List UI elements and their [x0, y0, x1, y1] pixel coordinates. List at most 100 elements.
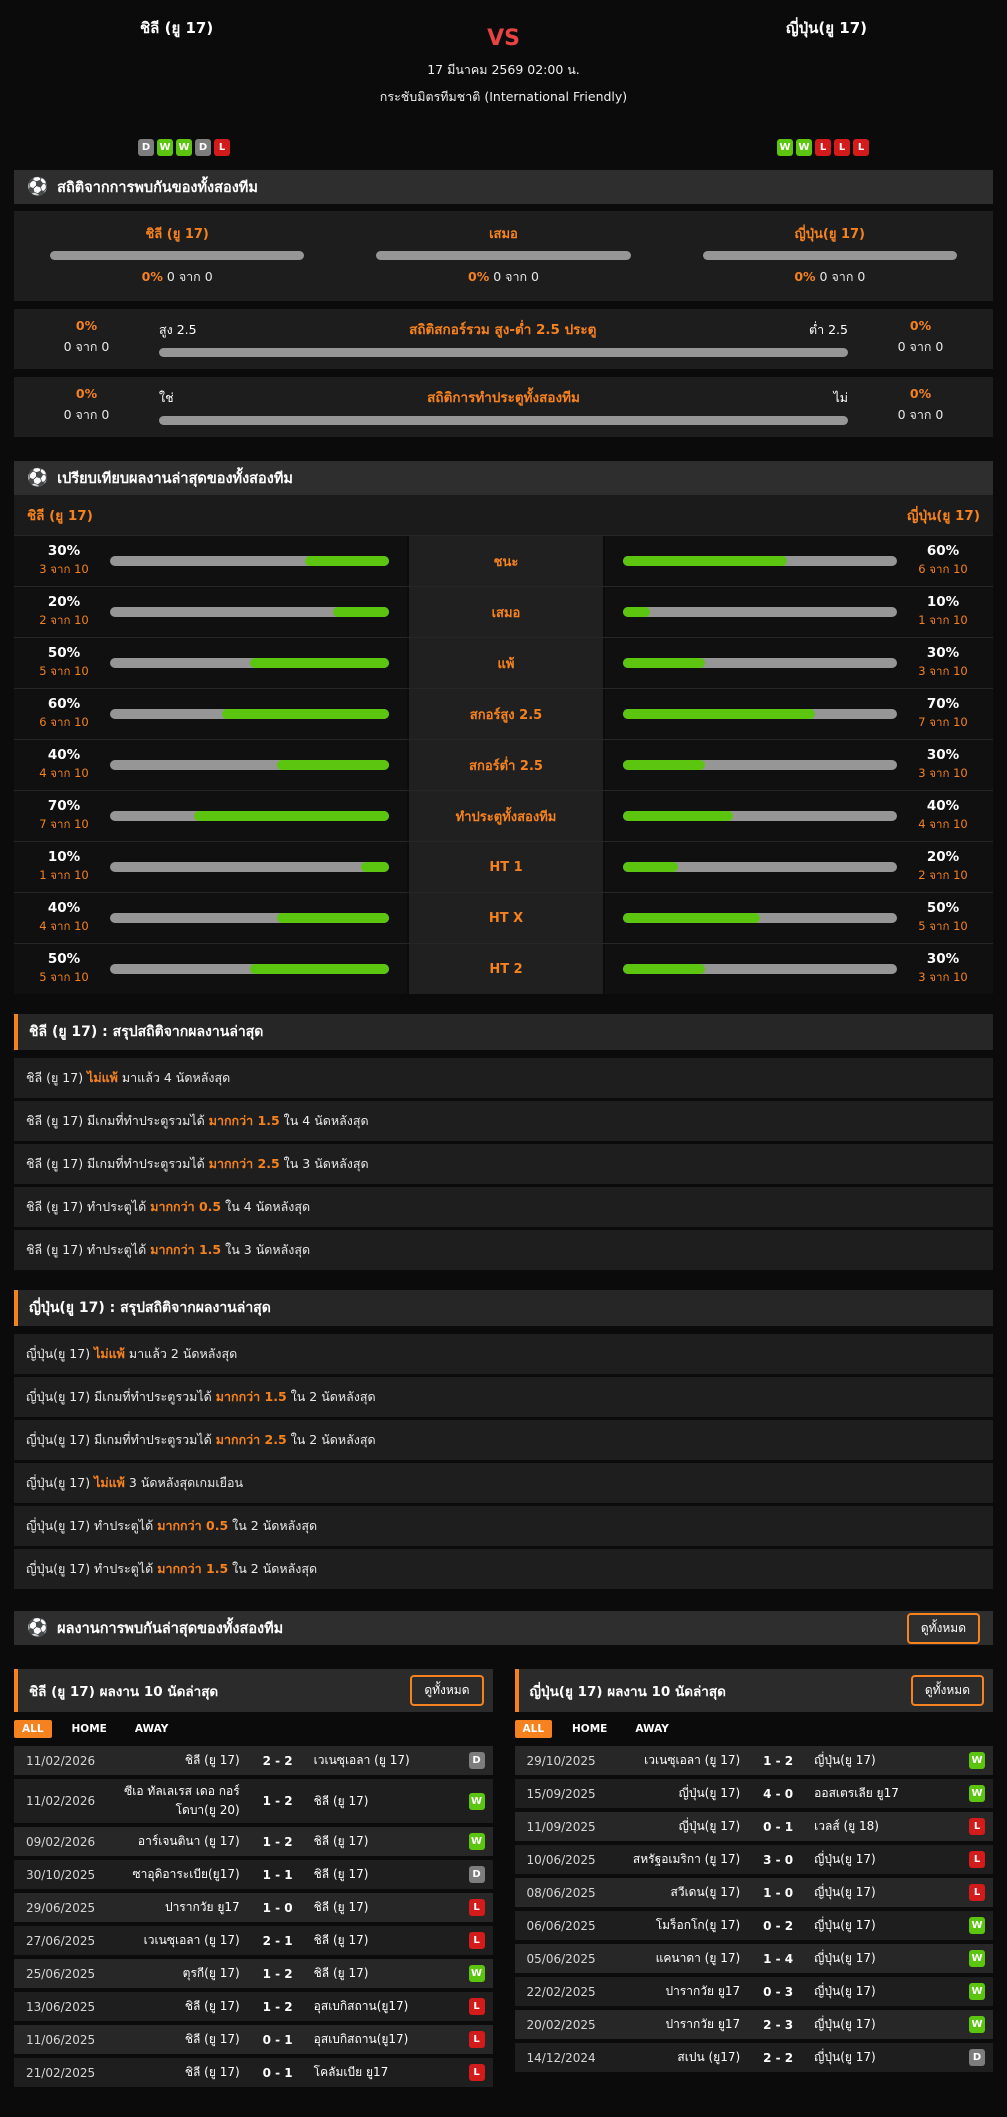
away-bar: [623, 607, 897, 617]
comparison-row: 70% 7 จาก 10 ทำประตูทั้งสองทีม 40% 4 จาก…: [14, 790, 993, 841]
match-row[interactable]: 22/02/2025 ปารากวัย ยู17 0 - 3 ญี่ปุ่น(ย…: [515, 1977, 994, 2006]
tab-away[interactable]: AWAY: [627, 1720, 677, 1738]
match-row[interactable]: 11/09/2025 ญี่ปุ่น(ยู 17) 0 - 1 เวลส์ (ย…: [515, 1812, 994, 1841]
match-home-team: เวเนซุเอลา (ยู 17): [118, 1931, 250, 1950]
home-percent: 40%: [32, 900, 96, 916]
match-row[interactable]: 09/02/2026 อาร์เจนตินา (ยู 17) 1 - 2 ชิล…: [14, 1827, 493, 1856]
home-match-list: 11/02/2026 ชิลี (ยู 17) 2 - 2 เวเนซุเอลา…: [14, 1746, 493, 2087]
match-away-team: ญี่ปุ่น(ยู 17): [806, 2048, 951, 2067]
match-row[interactable]: 21/02/2025 ชิลี (ยู 17) 0 - 1 โคลัมเบีย …: [14, 2058, 493, 2087]
ou-right-pct: 0%: [910, 318, 931, 333]
btts-right-stats: 0% 0 จาก 0: [848, 386, 993, 425]
match-row[interactable]: 14/12/2024 สเปน (ยู17) 2 - 2 ญี่ปุ่น(ยู …: [515, 2043, 994, 2072]
comparison-stat-label: ชนะ: [407, 536, 605, 586]
away-view-all-button[interactable]: ดูทั้งหมด: [911, 1675, 984, 1706]
match-score: 0 - 1: [250, 2033, 306, 2047]
away-percent: 20%: [911, 849, 975, 865]
away-form-badges: W W L L L: [777, 139, 869, 156]
form-badge: L: [834, 139, 850, 156]
match-score: 2 - 2: [750, 2051, 806, 2065]
away-team-name: ญี่ปุ่น(ยู 17): [786, 16, 867, 40]
match-score: 1 - 0: [250, 1901, 306, 1915]
ou-left-count: 0 จาก 0: [64, 337, 110, 357]
away-percent: 30%: [911, 951, 975, 967]
view-all-button[interactable]: ดูทั้งหมด: [907, 1613, 980, 1644]
match-row[interactable]: 30/10/2025 ซาอุดิอาระเบีย(ยู17) 1 - 1 ชิ…: [14, 1860, 493, 1889]
home-bar-fill: [222, 709, 389, 719]
match-score: 2 - 2: [250, 1754, 306, 1768]
match-away-team: ญี่ปุ่น(ยู 17): [806, 1949, 951, 1968]
away-panel-tabs: ALL HOME AWAY: [515, 1720, 992, 1738]
tab-all[interactable]: ALL: [515, 1720, 553, 1738]
match-score: 2 - 1: [250, 1934, 306, 1948]
away-summary-rows: ญี่ปุ่น(ยู 17)ไม่แพ้มาแล้ว 2 นัดหลังสุด …: [14, 1334, 993, 1589]
form-badge: L: [214, 139, 230, 156]
comparison-away-cell: 30% 3 จาก 10: [605, 944, 993, 994]
ou-title: สถิติสกอร์รวม สูง-ต่ำ 2.5 ประตู: [409, 318, 596, 340]
summary-row: ญี่ปุ่น(ยู 17)ไม่แพ้3 นัดหลังสุดเกมเยือน: [14, 1463, 993, 1503]
match-home-team: ซาอุดิอาระเบีย(ยู17): [118, 1865, 250, 1884]
soccer-ball-icon: ⚽: [27, 470, 48, 487]
h2h-draw-column: เสมอ 0% 0 จาก 0: [340, 223, 666, 287]
tab-home[interactable]: HOME: [564, 1720, 615, 1738]
away-percent: 50%: [911, 900, 975, 916]
summary-row: ญี่ปุ่น(ยู 17) ทำประตูได้มากกว่า 1.5ใน 2…: [14, 1549, 993, 1589]
comparison-away-cell: 40% 4 จาก 10: [605, 791, 993, 841]
match-row[interactable]: 11/06/2025 ชิลี (ยู 17) 0 - 1 อุสเบกิสถา…: [14, 2025, 493, 2054]
match-row[interactable]: 29/06/2025 ปารากวัย ยู17 1 - 0 ชิลี (ยู …: [14, 1893, 493, 1922]
result-badge: L: [469, 1998, 485, 2015]
result-badge: D: [969, 2049, 985, 2066]
match-row[interactable]: 11/02/2026 ซีเอ ทัลเลเรส เดอ กอร์โดบา(ยู…: [14, 1779, 493, 1823]
summary-highlight: มากกว่า 1.5: [209, 1113, 280, 1128]
tab-all[interactable]: ALL: [14, 1720, 52, 1738]
match-away-team: ญี่ปุ่น(ยู 17): [806, 1982, 951, 2001]
home-count: 4 จาก 10: [32, 918, 96, 936]
comparison-rows: 30% 3 จาก 10 ชนะ 60% 6 จาก 10: [14, 535, 993, 994]
match-home-team: อาร์เจนตินา (ยู 17): [118, 1832, 250, 1851]
match-row[interactable]: 08/06/2025 สวีเดน(ยู 17) 1 - 0 ญี่ปุ่น(ย…: [515, 1878, 994, 1907]
match-row[interactable]: 20/02/2025 ปารากวัย ยู17 2 - 3 ญี่ปุ่น(ย…: [515, 2010, 994, 2039]
result-badge: D: [469, 1866, 485, 1883]
match-row[interactable]: 29/10/2025 เวเนซุเอลา (ยู 17) 1 - 2 ญี่ป…: [515, 1746, 994, 1775]
home-bar-fill: [361, 862, 389, 872]
home-team-name: ชิลี (ยู 17): [140, 16, 213, 40]
match-row[interactable]: 11/02/2026 ชิลี (ยู 17) 2 - 2 เวเนซุเอลา…: [14, 1746, 493, 1775]
comparison-away-cell: 70% 7 จาก 10: [605, 689, 993, 739]
comparison-away-team: ญี่ปุ่น(ยู 17): [907, 504, 980, 526]
away-summary-header: ญี่ปุ่น(ยู 17) : สรุปสถิติจากผลงานล่าสุด: [14, 1290, 993, 1326]
tab-away[interactable]: AWAY: [127, 1720, 177, 1738]
home-count: 7 จาก 10: [32, 816, 96, 834]
result-badge: L: [469, 1932, 485, 1949]
match-row[interactable]: 27/06/2025 เวเนซุเอลา (ยู 17) 2 - 1 ชิลี…: [14, 1926, 493, 1955]
form-badge: L: [853, 139, 869, 156]
match-row[interactable]: 15/09/2025 ญี่ปุ่น(ยู 17) 4 - 0 ออสเตรเล…: [515, 1779, 994, 1808]
match-home-team: ชิลี (ยู 17): [118, 2030, 250, 2049]
home-view-all-button[interactable]: ดูทั้งหมด: [410, 1675, 483, 1706]
match-row[interactable]: 25/06/2025 ตุรกี(ยู 17) 1 - 2 ชิลี (ยู 1…: [14, 1959, 493, 1988]
comparison-row: 40% 4 จาก 10 HT X 50% 5 จาก 10: [14, 892, 993, 943]
away-percent: 60%: [911, 543, 975, 559]
comparison-home-team: ชิลี (ยู 17): [27, 504, 93, 526]
summary-pre: ชิลี (ยู 17): [26, 1070, 83, 1085]
match-score: 1 - 0: [750, 1886, 806, 1900]
match-away-team: ญี่ปุ่น(ยู 17): [806, 1916, 951, 1935]
home-bar-fill: [333, 607, 389, 617]
match-row[interactable]: 13/06/2025 ชิลี (ยู 17) 1 - 2 อุสเบกิสถา…: [14, 1992, 493, 2021]
btts-right-pct: 0%: [910, 386, 931, 401]
match-date: 11/06/2025: [26, 2033, 118, 2047]
tab-home[interactable]: HOME: [64, 1720, 115, 1738]
comparison-home-cell: 70% 7 จาก 10: [14, 791, 407, 841]
match-row[interactable]: 06/06/2025 โมร็อกโก(ยู 17) 0 - 2 ญี่ปุ่น…: [515, 1911, 994, 1940]
match-score: 1 - 2: [750, 1754, 806, 1768]
match-date: 29/06/2025: [26, 1901, 118, 1915]
match-row[interactable]: 10/06/2025 สหรัฐอเมริกา (ยู 17) 3 - 0 ญี…: [515, 1845, 994, 1874]
away-count: 2 จาก 10: [911, 867, 975, 885]
match-date: 06/06/2025: [527, 1919, 619, 1933]
match-date: 30/10/2025: [26, 1868, 118, 1882]
match-row[interactable]: 05/06/2025 แคนาดา (ยู 17) 1 - 4 ญี่ปุ่น(…: [515, 1944, 994, 1973]
h2h-home-label: ชิลี (ยู 17): [145, 223, 208, 244]
summary-pre: ญี่ปุ่น(ยู 17) มีเกมที่ทำประตูรวมได้: [26, 1389, 212, 1404]
h2h-draw-bar: [376, 251, 631, 260]
comparison-home-cell: 30% 3 จาก 10: [14, 536, 407, 586]
away-percent: 70%: [911, 696, 975, 712]
